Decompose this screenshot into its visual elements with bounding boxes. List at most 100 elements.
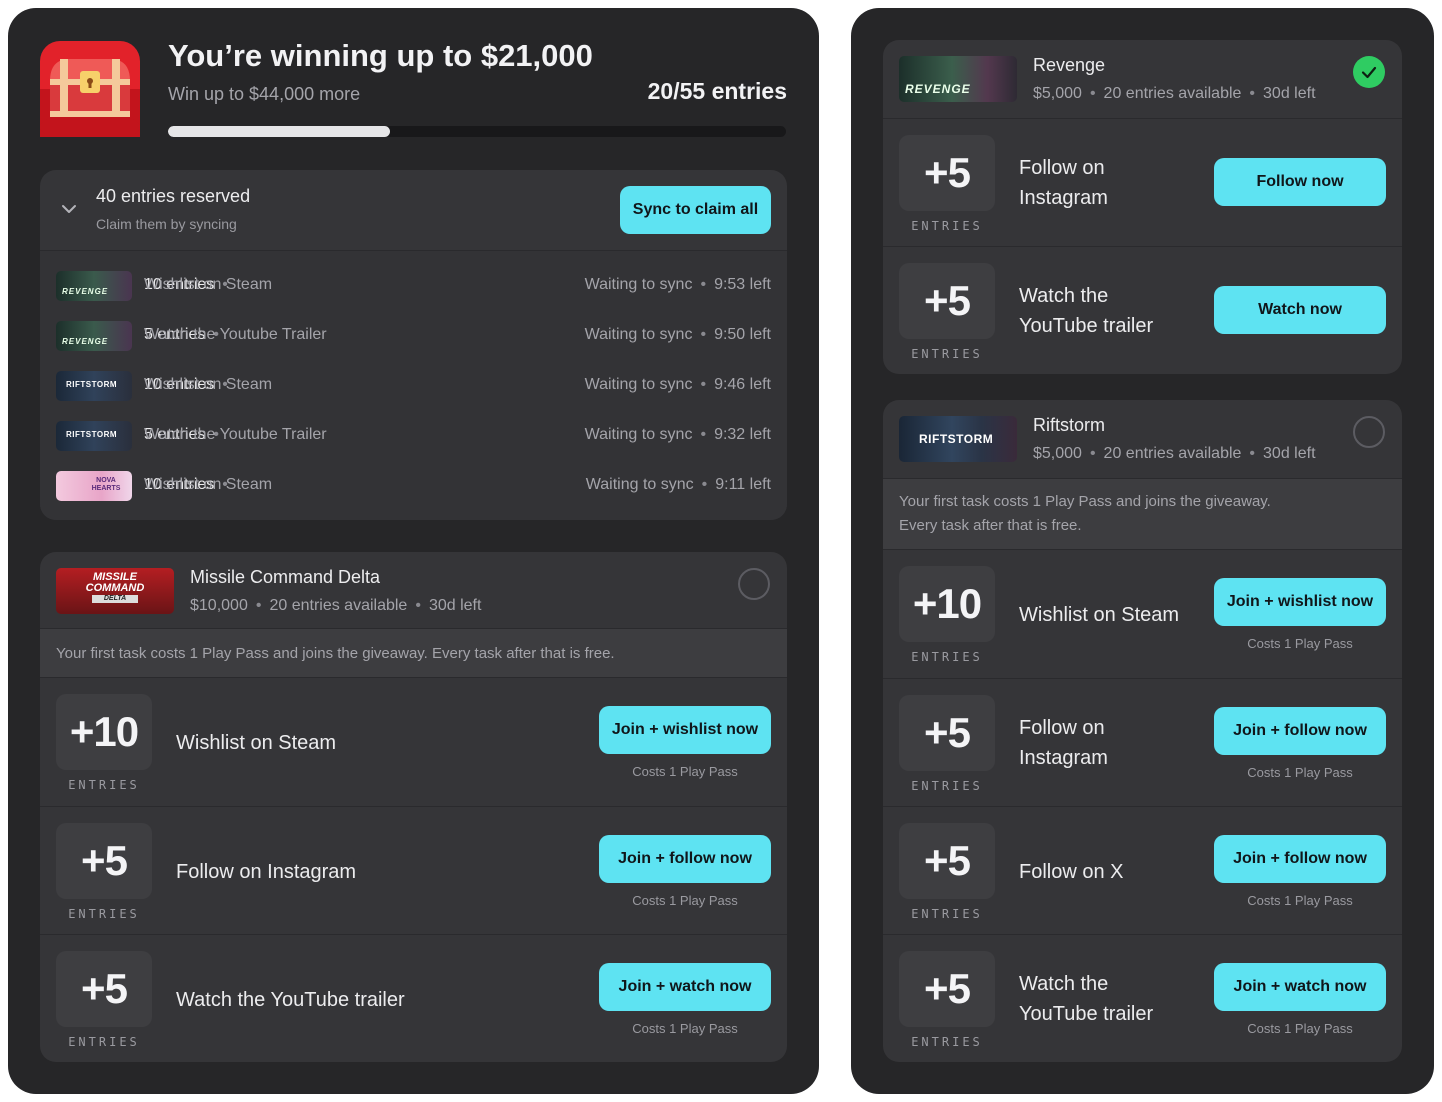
sync-status: Waiting to sync (584, 426, 693, 443)
entries-progress-fill (168, 126, 391, 137)
revenge-giveaway-card: REVENGE Revenge $5,000 • 20 entries availa… (883, 40, 1402, 374)
entries-count: 20/55 entries (647, 78, 787, 104)
time-left: 9:53 left (714, 276, 771, 293)
sync-claim-all-button[interactable]: Sync to claim all (620, 186, 771, 234)
reserved-item-status: Waiting to sync • 9:32 left (584, 426, 771, 443)
thumb-logo-text: RIFTSTORM (66, 430, 118, 439)
thumb-logo-line: DELTA (92, 595, 138, 603)
chevron-down-icon[interactable] (60, 200, 78, 218)
thumb-logo-text: REVENGE (905, 82, 971, 96)
winnings-title: You’re winning up to $21,000 (168, 38, 593, 73)
prize: $5,000 (1033, 445, 1082, 462)
join-radio[interactable] (738, 568, 770, 600)
sync-status: Waiting to sync (584, 276, 693, 293)
thumb-logo-text: REVENGE (62, 337, 109, 346)
entries-badge: +10 (899, 566, 995, 642)
sync-status: Waiting to sync (584, 326, 693, 343)
task-row: +5 ENTRIES Watch the YouTube trailer Joi… (40, 934, 787, 1062)
thumb-logo-text: REVENGE (62, 287, 109, 296)
reserved-item-status: Waiting to sync • 9:53 left (584, 276, 771, 293)
join-follow-button[interactable]: Join + follow now (1214, 707, 1386, 755)
game-meta: $10,000 • 20 entries available • 30d left (190, 597, 482, 614)
reserved-item-text: 10 entries • Wishlist on Steam (144, 376, 272, 394)
winnings-subtitle: Win up to $44,000 more (168, 84, 361, 104)
thumb-logo-text: RIFTSTORM (66, 380, 118, 389)
reserved-item-text: 5 entries • Watch the Youtube Trailer (144, 326, 327, 344)
reserved-item-text: 10 entries • Wishlist on Steam (144, 476, 272, 494)
task-label: Wishlist on Steam (176, 732, 337, 754)
missile-command-giveaway-card: MISSILE COMMAND DELTA Missile Command De… (40, 552, 787, 1062)
reserved-item-task: Wishlist on Steam (144, 476, 273, 493)
sync-status: Waiting to sync (585, 476, 694, 493)
giveaway-header[interactable]: RIFTSTORM Riftstorm $5,000 • 20 entries av… (883, 400, 1402, 478)
time-left: 9:50 left (714, 326, 771, 343)
cost-note: Costs 1 Play Pass (1247, 636, 1353, 651)
entries-available: 20 entries available (1103, 445, 1242, 462)
task-label: Follow on Instagram (1019, 153, 1108, 213)
join-follow-button[interactable]: Join + follow now (599, 835, 771, 883)
giveaways-panel: REVENGE Revenge $5,000 • 20 entries availa… (851, 8, 1434, 1094)
cost-note: Costs 1 Play Pass (1247, 893, 1353, 908)
joined-check-icon[interactable] (1353, 56, 1385, 88)
riftstorm-giveaway-card: RIFTSTORM Riftstorm $5,000 • 20 entries av… (883, 400, 1402, 1062)
giveaway-header[interactable]: MISSILE COMMAND DELTA Missile Command De… (40, 552, 787, 628)
game-name: Revenge (1033, 55, 1106, 75)
time-left: 30d left (1263, 445, 1316, 462)
revenge-thumbnail: REVENGE (56, 271, 132, 301)
task-row: +10 ENTRIES Wishlist on Steam Join + wis… (883, 550, 1402, 678)
entries-badge: +5 (899, 135, 995, 211)
game-meta: $5,000 • 20 entries available • 30d left (1033, 85, 1316, 102)
task-label: Follow on X (1019, 861, 1124, 883)
entries-badge: +10 (56, 694, 152, 770)
list-item: REVENGE 5 entries • Watch the Youtube Trai… (40, 316, 787, 356)
riftstorm-thumbnail: RIFTSTORM (56, 421, 132, 451)
reserved-title: 40 entries reserved (96, 186, 251, 206)
play-pass-notice: Your first task costs 1 Play Pass and jo… (40, 628, 787, 678)
list-item: NOVA HEARTS 10 entries • Wishlist on Steam… (40, 466, 787, 506)
cost-note: Costs 1 Play Pass (632, 893, 738, 908)
thumb-logo-text: RIFTSTORM (919, 432, 994, 446)
giveaway-summary-panel: You’re winning up to $21,000 Win up to $… (8, 8, 819, 1094)
thumb-logo-text: MISSILE COMMAND DELTA (56, 572, 174, 603)
task-label-line: Follow on (1019, 717, 1105, 739)
join-wishlist-button[interactable]: Join + wishlist now (599, 706, 771, 754)
game-name: Riftstorm (1033, 415, 1105, 435)
join-watch-button[interactable]: Join + watch now (599, 963, 771, 1011)
watch-now-button[interactable]: Watch now (1214, 286, 1386, 334)
thumb-logo-text: NOVA HEARTS (91, 477, 121, 492)
entries-badge: +5 (899, 263, 995, 339)
entries-available: 20 entries available (1103, 85, 1242, 102)
task-row: +10 ENTRIES Wishlist on Steam Join + wis… (40, 678, 787, 806)
entries-badge: +5 (899, 951, 995, 1027)
task-label: Watch the YouTube trailer (1019, 969, 1153, 1029)
cost-note: Costs 1 Play Pass (632, 1021, 738, 1036)
entries-label: ENTRIES (911, 219, 983, 233)
join-follow-button[interactable]: Join + follow now (1214, 835, 1386, 883)
follow-now-button[interactable]: Follow now (1214, 158, 1386, 206)
reserved-item-text: 10 entries • Wishlist on Steam (144, 276, 272, 294)
entries-badge: +5 (56, 951, 152, 1027)
join-wishlist-button[interactable]: Join + wishlist now (1214, 578, 1386, 626)
entries-label: ENTRIES (911, 779, 983, 793)
cost-note: Costs 1 Play Pass (1247, 765, 1353, 780)
join-watch-button[interactable]: Join + watch now (1214, 963, 1386, 1011)
cost-note: Costs 1 Play Pass (632, 764, 738, 779)
cost-note: Costs 1 Play Pass (1247, 1021, 1353, 1036)
notice-line: Your first task costs 1 Play Pass and jo… (899, 493, 1271, 510)
time-left: 30d left (428, 597, 482, 614)
giveaway-header[interactable]: REVENGE Revenge $5,000 • 20 entries availa… (883, 40, 1402, 118)
thumb-logo-line: COMMAND (85, 582, 145, 594)
entries-available: 20 entries available (269, 597, 408, 614)
task-label-line: Watch the (1019, 973, 1109, 995)
prize: $10,000 (190, 597, 248, 614)
notice-line: Every task after that is free. (899, 517, 1082, 534)
task-row: +5 ENTRIES Follow on X Join + follow now… (883, 806, 1402, 934)
reserved-header[interactable]: 40 entries reserved Claim them by syncin… (40, 170, 787, 250)
task-label: Follow on Instagram (1019, 713, 1108, 773)
join-radio[interactable] (1353, 416, 1385, 448)
revenge-thumbnail: REVENGE (899, 56, 1017, 102)
entries-label: ENTRIES (911, 650, 983, 664)
task-row: +5 ENTRIES Follow on Instagram Follow now (883, 118, 1402, 246)
list-item: RIFTSTORM 10 entries • Wishlist on Steam W… (40, 366, 787, 406)
task-label-line: YouTube trailer (1019, 315, 1154, 337)
